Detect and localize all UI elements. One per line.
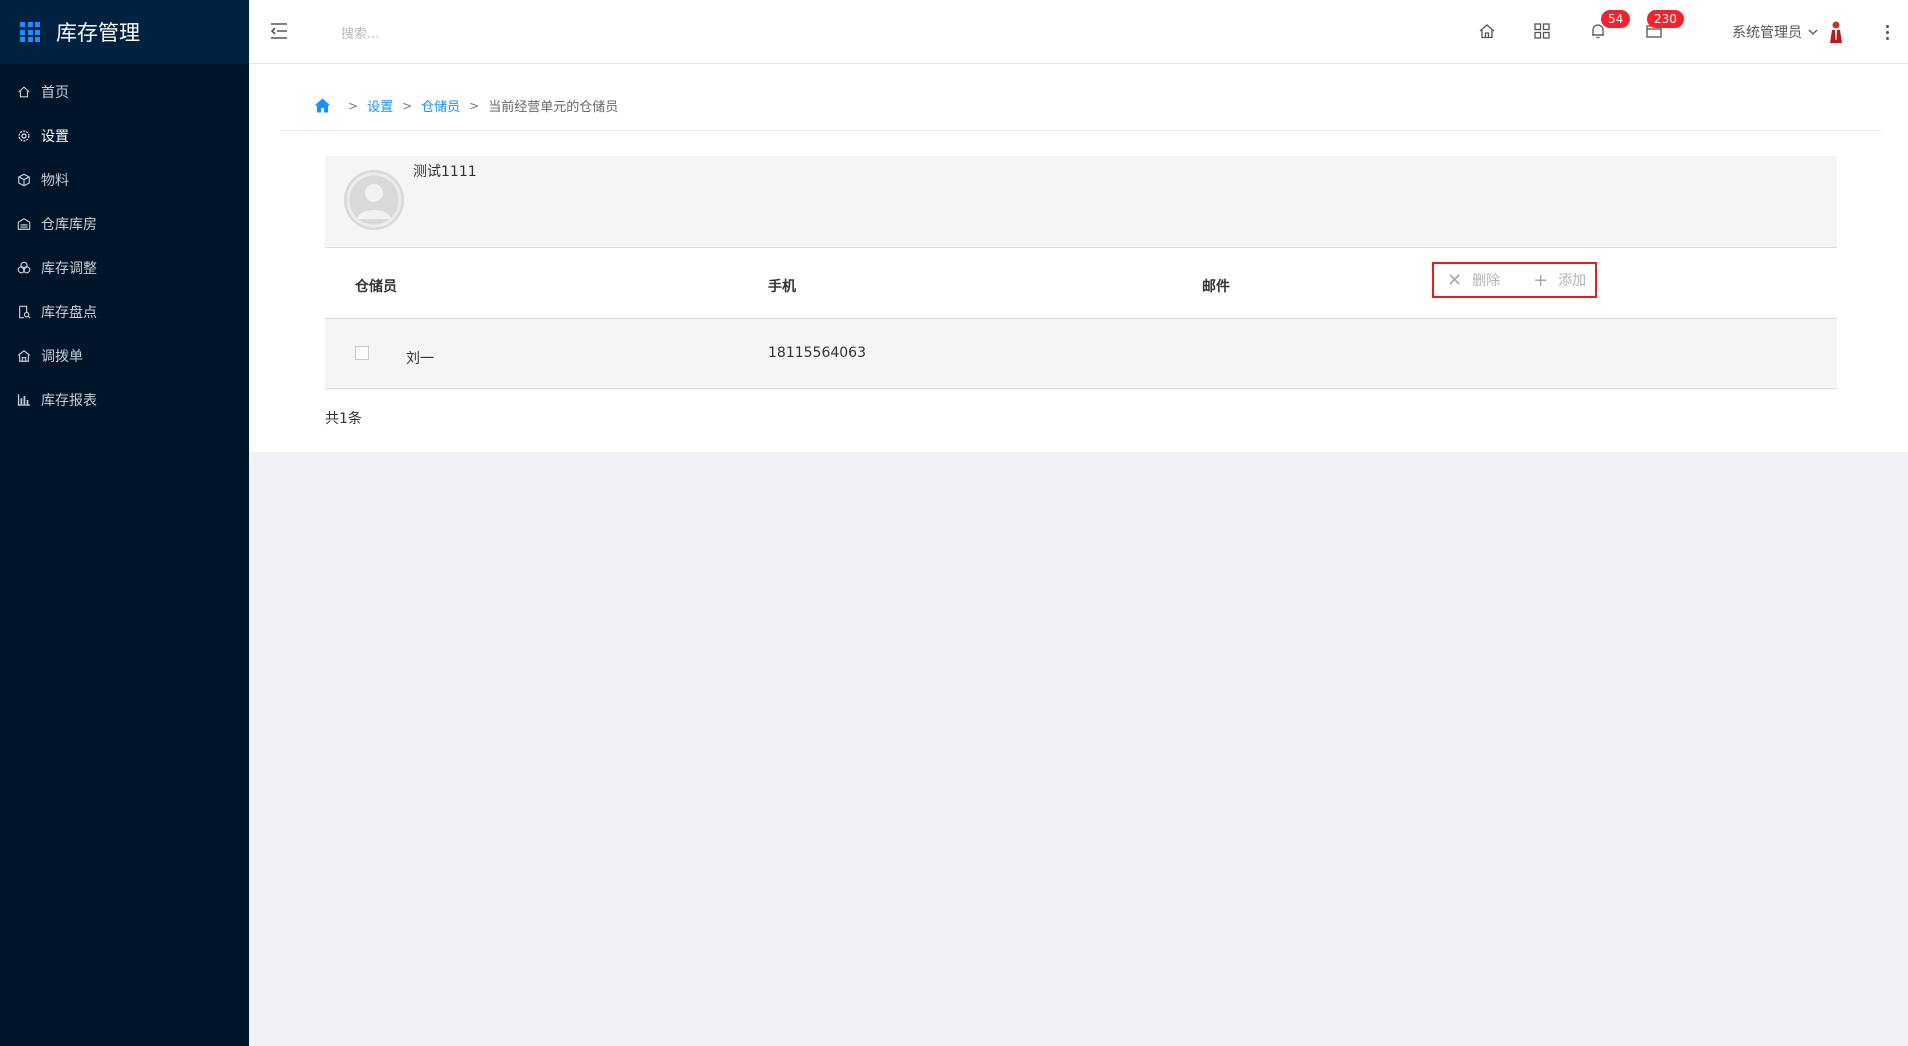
- top-header: 54 230 系统管理员: [249, 0, 1908, 64]
- more-vertical-icon[interactable]: [1882, 20, 1892, 44]
- sidebar-item-stock-adjust[interactable]: 库存调整: [0, 246, 249, 290]
- table-header: 仓储员 手机 邮件 ✕ 删除 + 添加: [325, 248, 1837, 319]
- table-actions: ✕ 删除 + 添加: [1432, 262, 1597, 298]
- cube-icon: [17, 173, 31, 187]
- delete-label: 删除: [1472, 273, 1501, 289]
- sidebar-item-transfer[interactable]: 调拨单: [0, 334, 249, 378]
- sidebar-item-label: 库存调整: [41, 261, 97, 277]
- home-icon: [17, 85, 31, 99]
- add-label: 添加: [1558, 273, 1587, 289]
- total-count: 共1条: [325, 411, 362, 427]
- transfer-icon: [17, 349, 31, 363]
- app-title: 库存管理: [56, 21, 140, 45]
- message-badge: 230: [1647, 10, 1684, 28]
- row-checkbox[interactable]: [355, 346, 369, 360]
- user-name: 系统管理员: [1732, 25, 1802, 41]
- app-logo[interactable]: 库存管理: [0, 0, 249, 64]
- notification-bell-icon[interactable]: 54: [1589, 10, 1631, 40]
- sidebar-item-home[interactable]: 首页: [0, 70, 249, 114]
- sidebar: 库存管理 首页 设置 物料 仓库库房 库存调整 库存盘点 调拨单 库存报表: [0, 0, 249, 1046]
- column-header-phone: 手机: [768, 279, 796, 295]
- breadcrumb-separator: >: [348, 98, 359, 113]
- breadcrumb-separator: >: [469, 98, 480, 113]
- home-icon[interactable]: [314, 98, 331, 113]
- sidebar-item-warehouse[interactable]: 仓库库房: [0, 202, 249, 246]
- message-icon[interactable]: 230: [1645, 10, 1684, 40]
- business-unit-card: 测试1111: [325, 156, 1837, 248]
- add-button[interactable]: + 添加: [1533, 270, 1586, 291]
- breadcrumb-current: 当前经营单元的仓储员: [488, 100, 619, 115]
- sidebar-item-materials[interactable]: 物料: [0, 158, 249, 202]
- chevron-down-icon: [1808, 25, 1818, 39]
- bar-chart-icon: [17, 393, 31, 407]
- notification-badge: 54: [1601, 10, 1631, 28]
- plus-icon: +: [1533, 269, 1549, 291]
- breadcrumb-link-keepers[interactable]: 仓储员: [421, 96, 460, 115]
- user-menu[interactable]: 系统管理员: [1732, 20, 1844, 44]
- divider: [281, 130, 1881, 131]
- breadcrumb-link-settings[interactable]: 设置: [367, 96, 393, 115]
- table-row[interactable]: 刘一 18115564063: [325, 319, 1837, 389]
- adjust-icon: [17, 261, 31, 275]
- sidebar-menu: 首页 设置 物料 仓库库房 库存调整 库存盘点 调拨单 库存报表: [0, 70, 249, 422]
- menu-toggle-icon[interactable]: [269, 22, 289, 40]
- apps-icon[interactable]: [1533, 22, 1551, 40]
- warehouse-icon: [17, 217, 31, 231]
- sidebar-item-label: 物料: [41, 173, 69, 189]
- delete-button[interactable]: ✕ 删除: [1447, 270, 1500, 291]
- sidebar-item-settings[interactable]: 设置: [0, 114, 249, 158]
- breadcrumb: > 设置 > 仓储员 > 当前经营单元的仓储员: [314, 96, 618, 115]
- column-header-email: 邮件: [1202, 279, 1230, 295]
- apps-grid-icon: [20, 22, 40, 42]
- column-header-keeper: 仓储员: [355, 279, 397, 295]
- sidebar-item-label: 首页: [41, 85, 69, 101]
- sidebar-item-label: 库存报表: [41, 393, 97, 409]
- sidebar-item-label: 调拨单: [41, 349, 83, 365]
- keeper-phone: 18115564063: [768, 345, 866, 361]
- sidebar-item-label: 仓库库房: [41, 217, 97, 233]
- avatar: [1828, 20, 1844, 44]
- sidebar-item-label: 设置: [41, 129, 69, 145]
- business-unit-name: 测试1111: [413, 164, 477, 180]
- home-icon[interactable]: [1478, 22, 1496, 40]
- keeper-name: 刘一: [406, 351, 434, 367]
- main-content: > 设置 > 仓储员 > 当前经营单元的仓储员 测试1111 仓储员 手机 邮件…: [249, 64, 1908, 452]
- search-input[interactable]: [339, 22, 583, 46]
- sidebar-item-stocktake[interactable]: 库存盘点: [0, 290, 249, 334]
- inventory-check-icon: [17, 305, 31, 319]
- sidebar-item-label: 库存盘点: [41, 305, 97, 321]
- breadcrumb-separator: >: [402, 98, 413, 113]
- avatar: [344, 170, 404, 230]
- gear-icon: [17, 129, 31, 143]
- sidebar-item-reports[interactable]: 库存报表: [0, 378, 249, 422]
- close-icon: ✕: [1447, 269, 1463, 291]
